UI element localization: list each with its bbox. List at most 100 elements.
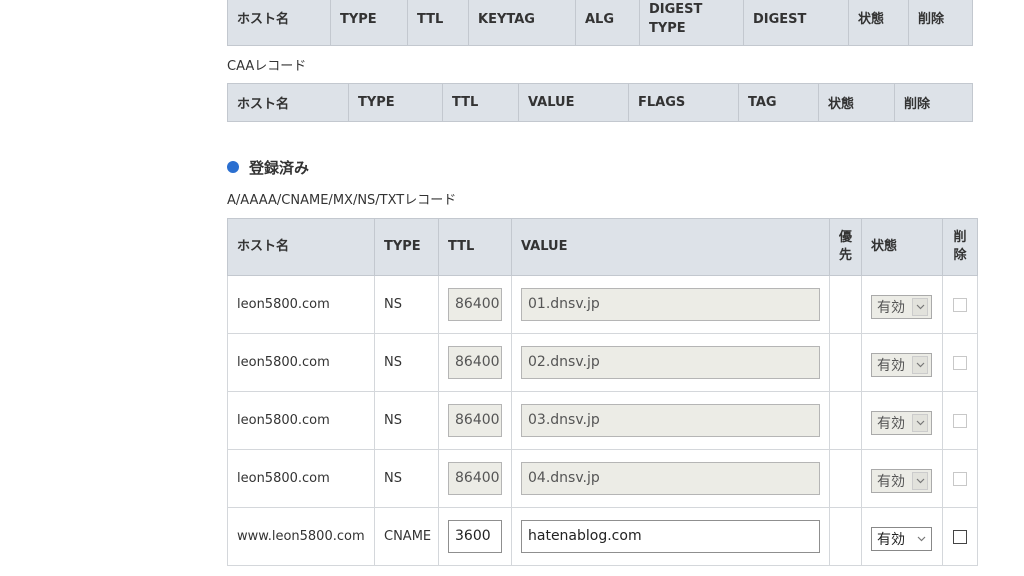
status-select: 有効	[871, 468, 932, 493]
value-input[interactable]: hatenablog.com	[521, 520, 820, 553]
record-delete-cell	[942, 333, 978, 392]
col-ttl: TTL	[438, 218, 512, 276]
dns-settings-content: ホスト名 TYPE TTL KEYTAG ALG DIGEST TYPE DIG…	[227, 0, 987, 566]
ttl-input[interactable]: 3600	[448, 520, 502, 553]
delete-checkbox	[953, 297, 967, 312]
caa-col-delete: 削除	[894, 83, 973, 122]
ttl-input: 86400	[448, 404, 502, 437]
registered-section-title: 登録済み	[227, 156, 987, 178]
record-status-cell: 有効	[861, 449, 943, 508]
record-ttl-cell: 86400	[438, 275, 512, 334]
record-ttl-cell: 86400	[438, 333, 512, 392]
record-type: NS	[374, 391, 439, 450]
record-priority-cell	[829, 391, 862, 450]
delete-checkbox	[953, 471, 967, 486]
records-header-row: ホスト名 TYPE TTL VALUE 優先 状態 削除	[227, 218, 978, 276]
record-row: leon5800.com NS 86400 01.dnsv.jp 有効	[227, 275, 978, 334]
caa-col-status: 状態	[818, 83, 895, 122]
col-type: TYPE	[374, 218, 439, 276]
caa-col-tag: TAG	[738, 83, 819, 122]
ds-col-digest: DIGEST	[743, 0, 849, 46]
registered-records-table: ホスト名 TYPE TTL VALUE 優先 状態 削除 leon5800.co…	[227, 218, 978, 566]
record-delete-cell	[942, 275, 978, 334]
record-type: NS	[374, 449, 439, 508]
caa-caption: CAAレコード	[227, 59, 307, 74]
record-host: www.leon5800.com	[227, 507, 375, 566]
record-status-cell: 有効	[861, 333, 943, 392]
record-host: leon5800.com	[227, 275, 375, 334]
record-value-cell: 04.dnsv.jp	[511, 449, 830, 508]
record-value-cell: 03.dnsv.jp	[511, 391, 830, 450]
ds-col-host: ホスト名	[227, 0, 331, 46]
value-input: 02.dnsv.jp	[521, 346, 820, 379]
record-status-cell: 有効	[861, 391, 943, 450]
ds-col-status: 状態	[848, 0, 909, 46]
record-ttl-cell: 86400	[438, 449, 512, 508]
records-body: leon5800.com NS 86400 01.dnsv.jp 有効 leon5800.…	[227, 275, 978, 566]
record-row: leon5800.com NS 86400 04.dnsv.jp 有効	[227, 449, 978, 508]
status-select-value: 有効	[877, 415, 905, 432]
registered-title-text: 登録済み	[249, 158, 310, 177]
status-select-value: 有効	[877, 357, 905, 374]
record-row: www.leon5800.com CNAME 3600 hatenablog.com 有…	[227, 507, 978, 566]
chevron-down-icon	[914, 531, 928, 547]
caa-col-flags: FLAGS	[628, 83, 739, 122]
caa-col-value: VALUE	[518, 83, 629, 122]
status-select: 有効	[871, 352, 932, 377]
record-type: NS	[374, 275, 439, 334]
chevron-down-icon	[912, 413, 928, 432]
status-select-value: 有効	[877, 531, 905, 548]
record-priority-cell	[829, 275, 862, 334]
col-priority-label: 優先	[839, 230, 853, 263]
caa-col-host: ホスト名	[227, 83, 349, 122]
record-priority-cell	[829, 507, 862, 566]
ds-col-ttl: TTL	[407, 0, 469, 46]
record-priority-cell	[829, 449, 862, 508]
ds-header-row: ホスト名 TYPE TTL KEYTAG ALG DIGEST TYPE DIG…	[227, 0, 973, 46]
delete-checkbox[interactable]	[953, 529, 967, 544]
record-host: leon5800.com	[227, 449, 375, 508]
ttl-input: 86400	[448, 346, 502, 379]
chevron-down-icon	[912, 471, 928, 490]
caa-col-type: TYPE	[348, 83, 443, 122]
status-select-value: 有効	[877, 299, 905, 316]
record-host: leon5800.com	[227, 391, 375, 450]
status-select-value: 有効	[877, 473, 905, 490]
caa-record-table: ホスト名 TYPE TTL VALUE FLAGS TAG 状態 削除	[227, 83, 973, 122]
record-status-cell: 有効	[861, 507, 943, 566]
col-priority: 優先	[829, 218, 862, 276]
record-priority-cell	[829, 333, 862, 392]
record-host: leon5800.com	[227, 333, 375, 392]
ttl-input: 86400	[448, 462, 502, 495]
blue-dot-icon	[227, 161, 239, 173]
status-select[interactable]: 有効	[871, 526, 932, 551]
col-value: VALUE	[511, 218, 830, 276]
col-host: ホスト名	[227, 218, 375, 276]
ds-col-alg: ALG	[575, 0, 640, 46]
status-select: 有効	[871, 410, 932, 435]
record-value-cell: 01.dnsv.jp	[511, 275, 830, 334]
delete-checkbox	[953, 413, 967, 428]
record-ttl-cell: 86400	[438, 391, 512, 450]
ttl-input: 86400	[448, 288, 502, 321]
ds-col-delete: 削除	[908, 0, 973, 46]
record-type: NS	[374, 333, 439, 392]
chevron-down-icon	[912, 297, 928, 316]
value-input: 03.dnsv.jp	[521, 404, 820, 437]
record-delete-cell	[942, 391, 978, 450]
record-row: leon5800.com NS 86400 03.dnsv.jp 有効	[227, 391, 978, 450]
ds-col-type: TYPE	[330, 0, 408, 46]
chevron-down-icon	[912, 355, 928, 374]
value-input: 01.dnsv.jp	[521, 288, 820, 321]
record-status-cell: 有効	[861, 275, 943, 334]
ds-record-table: ホスト名 TYPE TTL KEYTAG ALG DIGEST TYPE DIG…	[227, 0, 973, 46]
record-delete-cell	[942, 449, 978, 508]
record-value-cell: hatenablog.com	[511, 507, 830, 566]
ds-col-digest-type: DIGEST TYPE	[639, 0, 744, 46]
status-select: 有効	[871, 294, 932, 319]
record-delete-cell	[942, 507, 978, 566]
record-row: leon5800.com NS 86400 02.dnsv.jp 有効	[227, 333, 978, 392]
caa-col-ttl: TTL	[442, 83, 519, 122]
record-ttl-cell: 3600	[438, 507, 512, 566]
ds-col-keytag: KEYTAG	[468, 0, 576, 46]
